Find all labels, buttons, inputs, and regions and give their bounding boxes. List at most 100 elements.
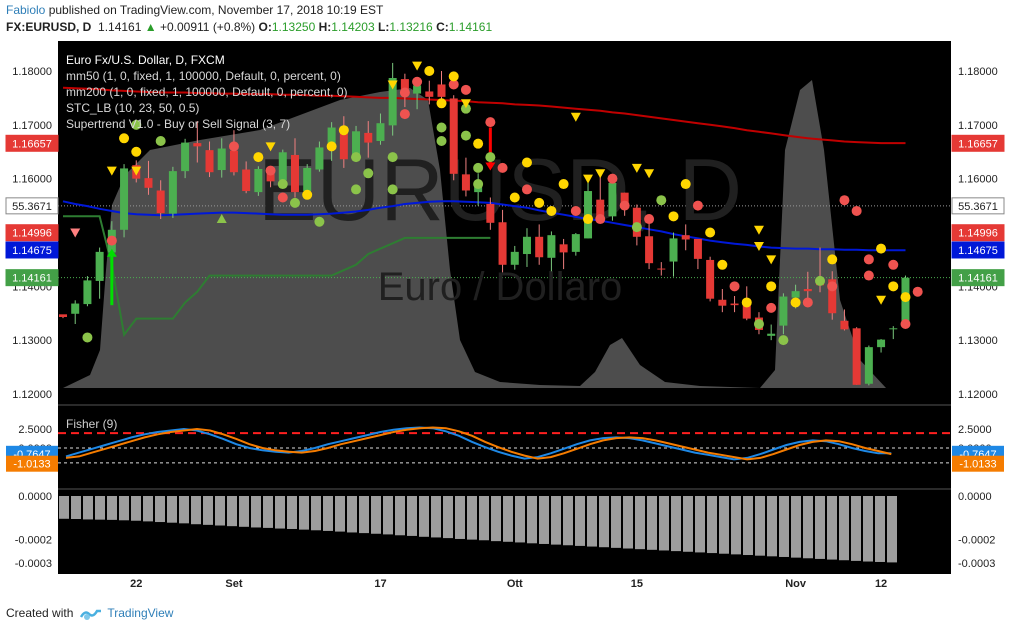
signal-dot	[436, 122, 447, 133]
signal-dot	[473, 138, 484, 149]
histogram-bar	[695, 496, 705, 553]
signal-dot	[827, 281, 838, 292]
signal-dot	[912, 286, 923, 297]
signal-dot	[314, 216, 325, 227]
candle-body	[889, 328, 898, 330]
histogram-bar	[239, 496, 249, 527]
candle-body	[242, 169, 251, 192]
signal-dot	[583, 214, 594, 225]
candle-body	[315, 147, 324, 170]
histogram-tick-left: -0.0002	[15, 534, 52, 546]
candle-body	[364, 132, 373, 143]
histogram-bar	[371, 496, 381, 534]
histogram-bar	[659, 496, 669, 551]
signal-dot	[595, 214, 606, 225]
signal-dot	[753, 319, 764, 330]
candle-body	[376, 123, 385, 141]
histogram-bar	[323, 496, 333, 531]
time-axis: 22 Set 17 Ott 15 Nov 12	[130, 578, 887, 590]
chart-canvas[interactable]: EURUSD, D Euro / Dollaro Euro Fx/U.S. Do…	[0, 0, 1011, 600]
candle-body	[156, 190, 165, 214]
signal-dot	[485, 117, 496, 128]
created-with: Created with	[6, 606, 74, 620]
candle-body	[59, 314, 67, 318]
signal-dot	[876, 243, 887, 254]
price-tag-right-label: 1.16657	[958, 138, 998, 150]
candle-body	[278, 152, 287, 181]
histogram-bar	[83, 496, 93, 520]
histogram-bar	[683, 496, 693, 552]
time-tick: 17	[374, 578, 386, 590]
price-tick-right: 1.18000	[958, 66, 998, 78]
histogram-bar	[515, 496, 525, 543]
signal-dot	[851, 205, 862, 216]
signal-dot	[351, 184, 362, 195]
histogram-bar	[287, 496, 297, 529]
signal-dot	[729, 281, 740, 292]
tradingview-logo-icon	[80, 609, 102, 620]
signal-dot	[790, 297, 801, 308]
histogram-bar	[455, 496, 465, 539]
signal-dot	[82, 332, 93, 343]
signal-dot	[424, 66, 435, 76]
fisher-title: Fisher (9)	[66, 417, 117, 431]
price-tick-left: 1.13000	[12, 335, 52, 347]
histogram-bar	[887, 496, 897, 563]
histogram-bar	[839, 496, 849, 561]
histogram-bar	[851, 496, 861, 561]
candle-body	[840, 320, 849, 330]
signal-dot	[265, 165, 276, 176]
price-tag-right-label: 1.14996	[958, 228, 998, 240]
candle-body	[730, 303, 739, 306]
time-tick: Set	[225, 578, 242, 590]
signal-dot	[827, 254, 838, 265]
signal-dot	[619, 200, 630, 211]
histogram-bar	[215, 496, 225, 526]
signal-dot	[351, 152, 362, 163]
signal-dot	[277, 179, 288, 190]
signal-dot	[607, 173, 618, 184]
candle-body	[510, 251, 519, 265]
histogram-bar	[503, 496, 513, 542]
signal-dot	[106, 235, 117, 246]
signal-dot	[399, 109, 410, 120]
histogram-bar	[347, 496, 357, 533]
histogram-bar	[143, 496, 153, 522]
price-tick-right: 1.12000	[958, 389, 998, 401]
histogram-bar	[407, 496, 417, 536]
candle-body	[168, 171, 177, 214]
signal-dot	[692, 200, 703, 211]
price-tag-left-label: 55.3671	[12, 201, 52, 213]
signal-dot	[570, 205, 581, 216]
candle-body	[877, 339, 886, 348]
candle-body	[303, 167, 312, 192]
histogram-bar	[815, 496, 825, 559]
histogram-bar	[743, 496, 753, 556]
signal-dot	[497, 162, 508, 173]
histogram-bar	[203, 496, 213, 525]
legend-item: mm200 (1, 0, fixed, 1, 100000, Default, …	[66, 85, 348, 99]
signal-dot	[155, 135, 166, 146]
signal-dot	[888, 259, 899, 270]
signal-dot	[387, 152, 398, 163]
signal-dot	[131, 146, 142, 157]
candle-body	[535, 236, 544, 258]
price-tag-right-label: 1.14161	[958, 273, 998, 285]
legend-item: Supertrend V1.0 - Buy or Sell Signal (3,…	[66, 117, 290, 131]
candle-body	[669, 238, 678, 262]
histogram-bar	[335, 496, 345, 532]
price-tag-right-label: 55.3671	[958, 201, 998, 213]
legend-item: Euro Fx/U.S. Dollar, D, FXCM	[66, 53, 225, 67]
signal-dot	[546, 205, 557, 216]
signal-dot	[863, 270, 874, 281]
signal-dot	[888, 281, 899, 292]
signal-dot	[338, 125, 349, 136]
signal-dot	[460, 84, 471, 95]
tradingview-link[interactable]: TradingView	[107, 606, 173, 620]
price-tick-left: 1.16000	[12, 174, 52, 186]
signal-dot	[509, 192, 520, 203]
signal-dot	[680, 179, 691, 190]
signal-dot	[436, 135, 447, 146]
histogram-bar	[59, 496, 69, 519]
candle-body	[767, 333, 776, 336]
